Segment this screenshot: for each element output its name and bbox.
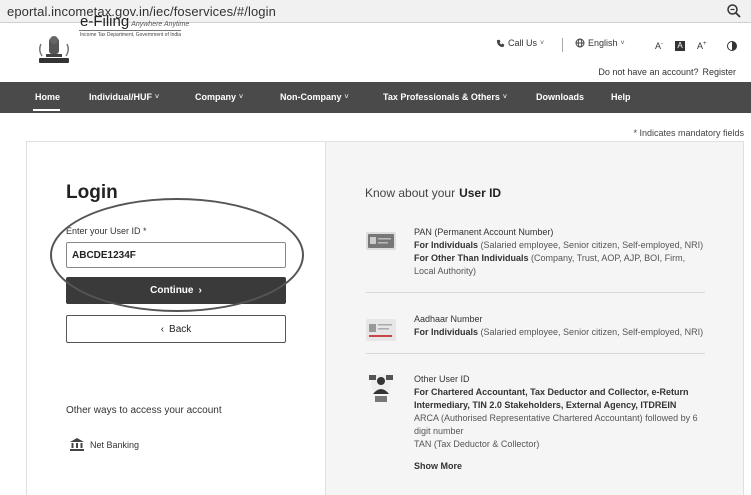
nav-tax-professionals-label: Tax Professionals & Others: [383, 92, 500, 102]
chevron-down-icon: ˅: [620, 39, 625, 47]
pan-other-than-individuals: For Other Than Individuals (Company, Tru…: [414, 252, 704, 278]
nav-item-tax-professionals[interactable]: Tax Professionals & Others ˅: [383, 92, 507, 102]
other-user-id-professionals: For Chartered Accountant, Tax Deductor a…: [414, 386, 704, 412]
know-user-id-title: Know about your User ID: [365, 186, 501, 200]
aadhaar-info: Aadhaar Number For Individuals (Salaried…: [414, 313, 704, 339]
zoom-icon[interactable]: [726, 3, 742, 19]
chevron-down-icon: ˅: [502, 93, 507, 101]
chevron-down-icon: ˅: [540, 39, 545, 47]
font-normal-label: A: [677, 41, 683, 50]
nav-individual-label: Individual/HUF: [89, 92, 152, 102]
national-emblem-icon: [38, 36, 70, 63]
net-banking-option[interactable]: Net Banking: [70, 438, 139, 451]
nav-item-help[interactable]: Help: [611, 92, 631, 102]
chevron-right-icon: ›: [198, 285, 202, 296]
nav-downloads-label: Downloads: [536, 92, 585, 102]
other-user-id-heading: Other User ID: [414, 374, 470, 384]
nav-item-downloads[interactable]: Downloads: [536, 92, 584, 102]
logo-tagline: Anywhere Anytime: [131, 21, 190, 28]
main-nav: Home Individual/HUF ˅ Company ˅ Non-Compan…: [0, 82, 751, 113]
pan-ind-text: (Salaried employee, Senior citizen, Self…: [478, 240, 704, 250]
other-bold-text: For Chartered Accountant, Tax Deductor a…: [414, 387, 689, 410]
know-title-bold: User ID: [459, 186, 502, 200]
language-label: English: [588, 38, 618, 48]
logo-divider: [79, 30, 181, 31]
no-account-text: Do not have an account?: [598, 67, 699, 77]
aadhaar-ind-text: (Salaried employee, Senior citizen, Self…: [478, 327, 704, 337]
font-normal-button[interactable]: A: [675, 41, 685, 51]
nav-home-label: Home: [35, 92, 61, 102]
nav-help-label: Help: [611, 92, 631, 102]
logo-title[interactable]: e-Filing Anywhere Anytime: [80, 13, 189, 30]
nav-item-individual-huf[interactable]: Individual/HUF ˅: [89, 92, 159, 102]
register-link[interactable]: Register: [702, 67, 736, 77]
font-decrease-button[interactable]: A-: [655, 41, 663, 51]
divider: [366, 292, 705, 293]
language-select[interactable]: English ˅: [575, 38, 625, 48]
call-us-menu[interactable]: Call Us ˅: [496, 38, 544, 48]
nav-company-label: Company: [195, 92, 237, 102]
bank-icon: [70, 438, 84, 451]
pan-individuals: For Individuals (Salaried employee, Seni…: [414, 239, 704, 252]
aadhaar-individuals: For Individuals (Salaried employee, Seni…: [414, 326, 704, 339]
pan-card-icon: [366, 232, 396, 250]
show-more-link[interactable]: Show More: [414, 461, 462, 471]
nav-item-non-company[interactable]: Non-Company ˅: [280, 92, 349, 102]
aadhaar-card-icon: [366, 319, 396, 341]
other-ways-heading: Other ways to access your account: [66, 405, 222, 416]
pan-ind-label: For Individuals: [414, 240, 479, 250]
contrast-toggle-icon[interactable]: [727, 41, 737, 51]
user-id-label: Enter your User ID *: [66, 226, 147, 236]
divider: [366, 353, 705, 354]
chevron-down-icon: ˅: [239, 93, 244, 101]
net-banking-label: Net Banking: [90, 439, 140, 450]
nav-item-company[interactable]: Company ˅: [195, 92, 243, 102]
aadhaar-ind-label: For Individuals: [414, 327, 479, 337]
logo-title-text: e-Filing: [80, 13, 130, 30]
arca-text: ARCA (Authorised Representative Chartere…: [414, 413, 698, 436]
aadhaar-heading: Aadhaar Number: [414, 314, 483, 324]
other-user-id-info: Other User ID For Chartered Accountant, …: [414, 373, 704, 451]
tan-text: TAN (Tax Deductor & Collector): [414, 439, 540, 449]
globe-icon: [575, 38, 585, 48]
continue-label: Continue: [150, 285, 194, 296]
mandatory-fields-note: * Indicates mandatory fields: [633, 128, 744, 138]
logo-subtitle: Income Tax Department, Government of Ind…: [80, 32, 182, 38]
call-us-label: Call Us: [508, 38, 538, 48]
chevron-down-icon: ˅: [155, 93, 160, 101]
active-nav-indicator: [33, 109, 60, 111]
know-title-prefix: Know about your: [365, 186, 456, 200]
account-prompt: Do not have an account? Register: [598, 67, 736, 77]
professional-users-icon: [369, 374, 393, 402]
phone-icon: [496, 39, 505, 47]
chevron-left-icon: ‹: [160, 323, 165, 335]
login-title: Login: [66, 182, 118, 203]
nav-non-company-label: Non-Company: [280, 92, 342, 102]
font-increase-button[interactable]: A+: [697, 41, 707, 51]
header-separator: [562, 38, 563, 52]
pan-heading: PAN (Permanent Account Number): [414, 227, 554, 237]
continue-button[interactable]: Continue ›: [66, 277, 286, 304]
back-label: Back: [169, 323, 192, 335]
chevron-down-icon: ˅: [344, 93, 349, 101]
pan-info: PAN (Permanent Account Number) For Indiv…: [414, 226, 704, 278]
back-button[interactable]: ‹ Back: [66, 315, 286, 343]
nav-item-home[interactable]: Home: [35, 92, 60, 102]
user-id-input[interactable]: [66, 242, 286, 268]
pan-other-label: For Other Than Individuals: [414, 253, 529, 263]
